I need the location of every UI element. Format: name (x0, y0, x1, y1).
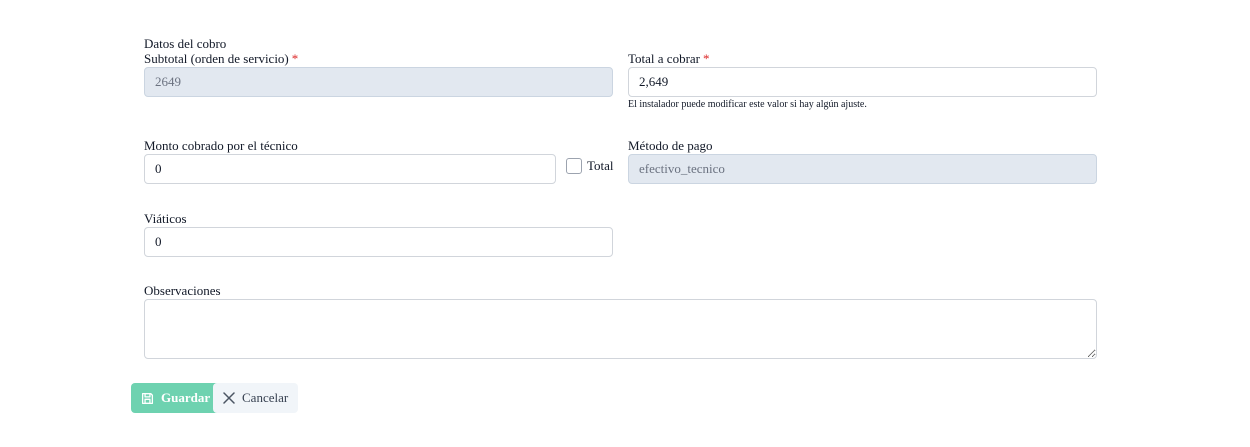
monto-input[interactable]: 0 (144, 154, 556, 184)
save-button-label: Guardar (161, 390, 211, 405)
metodo-label: Método de pago (628, 138, 713, 153)
subtotal-field: 2649 (144, 67, 613, 97)
payment-form-page: Datos del cobro Subtotal (orden de servi… (0, 0, 1250, 447)
total-label: Total a cobrar * (628, 51, 710, 67)
total-checkbox-label[interactable]: Total (587, 158, 614, 174)
close-icon (223, 392, 235, 404)
monto-label: Monto cobrado por el técnico (144, 138, 298, 153)
cancel-button-label: Cancelar (242, 390, 289, 405)
total-hint: El instalador puede modificar este valor… (628, 99, 867, 110)
viaticos-label: Viáticos (144, 211, 187, 226)
total-checkbox[interactable] (566, 158, 582, 174)
total-input[interactable]: 2,649 (628, 67, 1097, 97)
subtotal-label: Subtotal (orden de servicio) * (144, 51, 298, 67)
observaciones-label: Observaciones (144, 283, 221, 298)
required-mark: * (703, 51, 710, 66)
subtotal-label-text: Subtotal (orden de servicio) (144, 51, 289, 66)
observaciones-textarea[interactable] (144, 299, 1097, 359)
metodo-field: efectivo_tecnico (628, 154, 1097, 184)
cancel-button[interactable]: Cancelar (213, 383, 299, 413)
floppy-disk-icon (141, 392, 154, 405)
save-button[interactable]: Guardar (131, 383, 221, 413)
total-label-text: Total a cobrar (628, 51, 700, 66)
required-mark: * (291, 51, 299, 66)
section-title: Datos del cobro (144, 36, 227, 51)
viaticos-input[interactable]: 0 (144, 227, 613, 257)
